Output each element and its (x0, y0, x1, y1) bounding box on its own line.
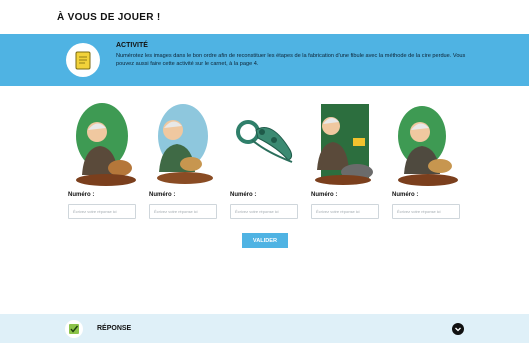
answer-section[interactable]: RÉPONSE (0, 314, 529, 343)
checkmark-icon (65, 320, 83, 338)
craftsman-shaping-wax-illustration (70, 100, 142, 188)
page-title: À VOUS DE JOUER ! (57, 12, 161, 23)
step-number-label: Numéro : (68, 192, 95, 198)
validate-button[interactable]: VALIDER (242, 233, 288, 248)
craftsman-breaking-mold-illustration (394, 100, 466, 188)
chevron-down-icon[interactable] (452, 323, 464, 335)
step-number-input-4[interactable] (311, 204, 379, 219)
step-number-label: Numéro : (230, 192, 257, 198)
step-number-label: Numéro : (311, 192, 338, 198)
step-number-input-3[interactable] (230, 204, 298, 219)
step-number-label: Numéro : (149, 192, 176, 198)
step-number-input-5[interactable] (392, 204, 460, 219)
activity-banner: ACTIVITÉ Numérotez les images dans le bo… (0, 34, 529, 86)
step-number-label: Numéro : (392, 192, 419, 198)
craftsman-pouring-metal-illustration (313, 100, 385, 188)
step-number-input-2[interactable] (149, 204, 217, 219)
answer-title: RÉPONSE (97, 325, 132, 332)
craftsman-covering-mold-illustration (151, 100, 223, 188)
activity-title: ACTIVITÉ (116, 42, 148, 49)
step-number-input-1[interactable] (68, 204, 136, 219)
activity-instructions: Numérotez les images dans le bon ordre a… (116, 53, 466, 67)
notebook-icon (66, 43, 100, 77)
bronze-fibula-illustration (232, 100, 304, 188)
